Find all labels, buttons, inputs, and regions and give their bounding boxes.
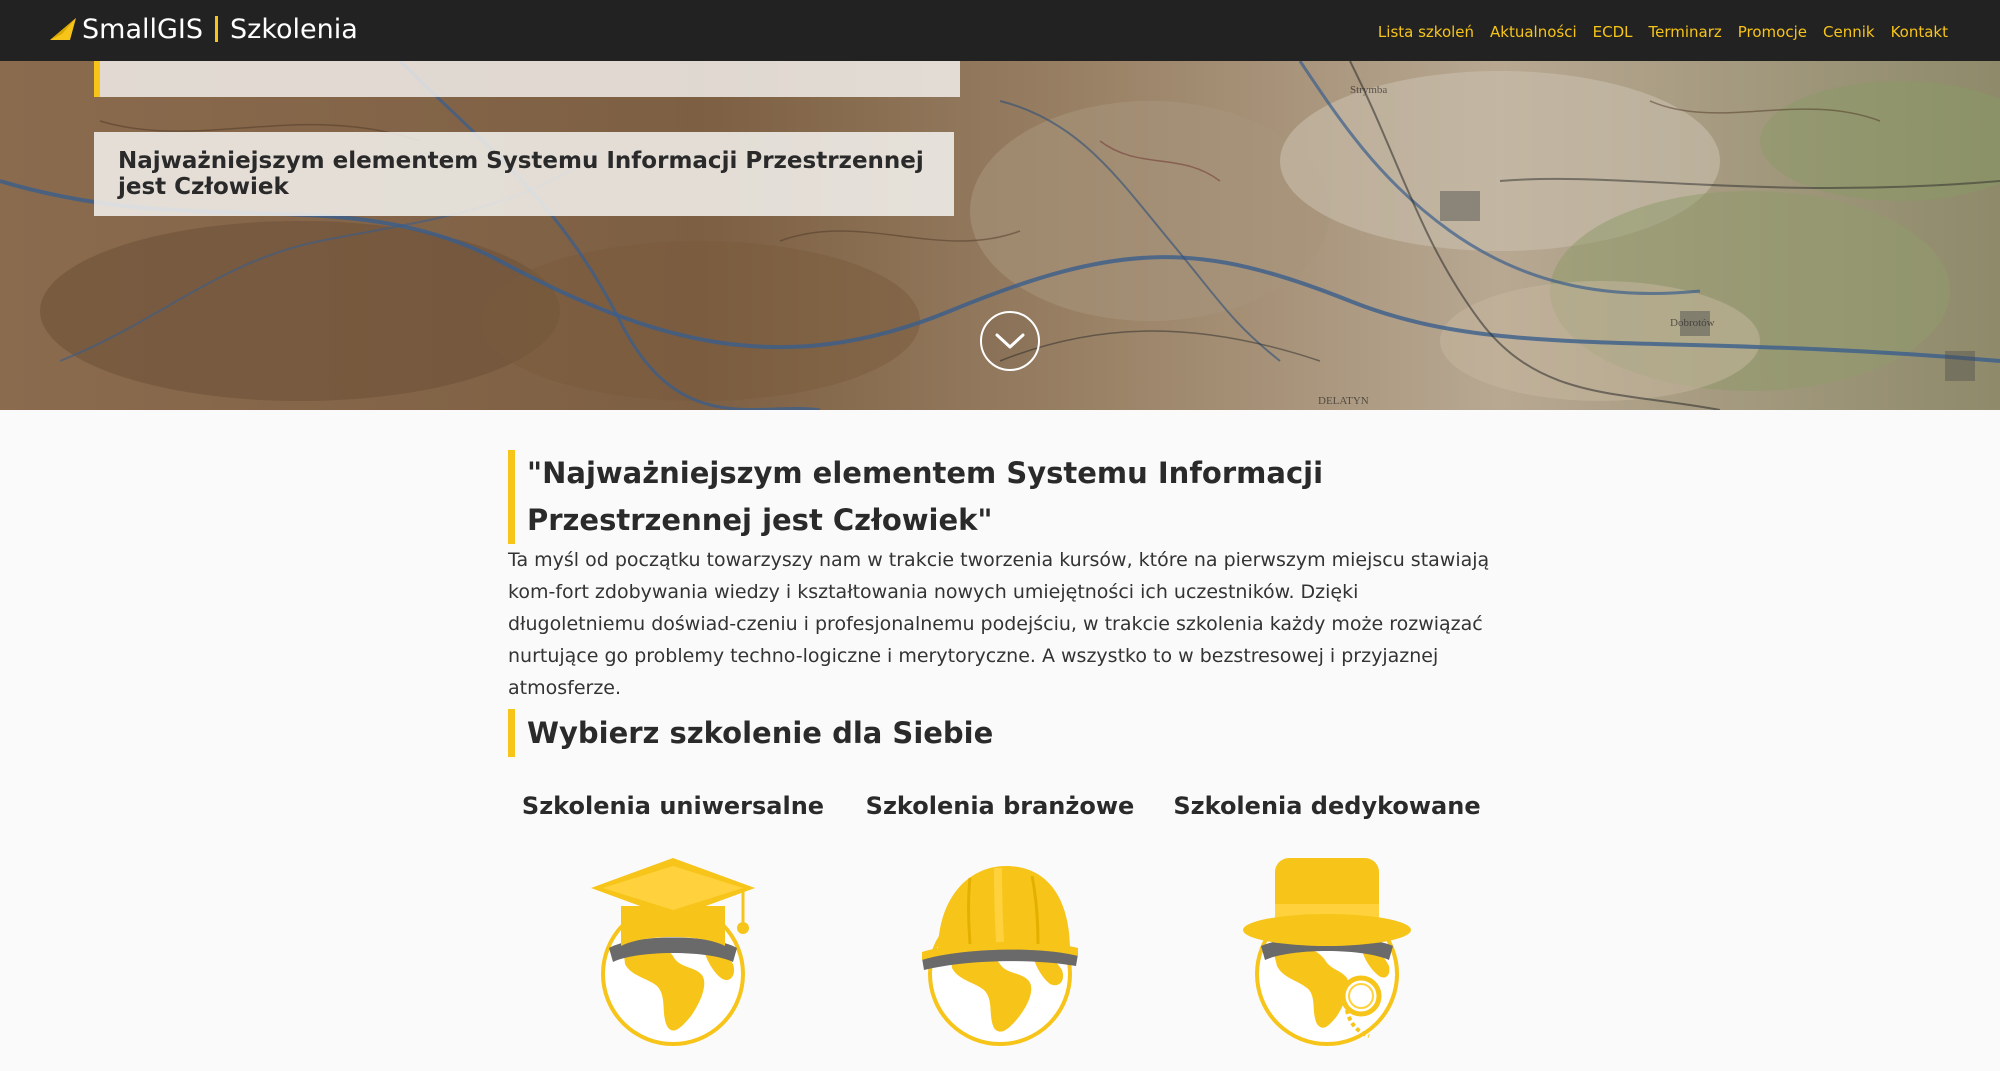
top-navbar: SmallGIS Szkolenia Lista szkoleń Aktualn… <box>0 0 2000 61</box>
map-label-strymba: Strymba <box>1350 84 1387 96</box>
brand-logo-link[interactable]: SmallGIS Szkolenia <box>48 11 358 47</box>
hard-hat-globe-icon <box>922 866 1078 1046</box>
hero-card-upper <box>94 61 960 97</box>
nav-link-terminarz[interactable]: Terminarz <box>1649 23 1722 41</box>
card-szkolenia-uniwersalne[interactable]: Szkolenia uniwersalne <box>508 786 838 1071</box>
card-title-uniwersalne: Szkolenia uniwersalne <box>521 792 825 820</box>
graduation-cap-globe-icon <box>591 858 755 1046</box>
intro-paragraph: Ta myśl od początku towarzyszy nam w tra… <box>508 549 1490 699</box>
map-label-dobrotow: Dobrotów <box>1670 317 1715 329</box>
quote-heading: "Najważniejszym elementem Systemu Inform… <box>508 450 1492 544</box>
map-label-delatyn: DELATYN <box>1318 395 1369 407</box>
hero-quote-text: Najważniejszym elementem Systemu Informa… <box>118 148 924 200</box>
training-categories: Szkolenia uniwersalne Szkolenia branżowe <box>508 786 1492 1071</box>
card-szkolenia-dedykowane[interactable]: Szkolenia dedykowane <box>1162 786 1492 1071</box>
main-nav: Lista szkoleń Aktualności ECDL Terminarz… <box>1378 23 1948 41</box>
intro-section: "Najważniejszym elementem Systemu Inform… <box>508 450 1492 704</box>
hero-banner: Strymba Dobrotów DELATYN Najważniejszym … <box>0 61 2000 410</box>
nav-link-promocje[interactable]: Promocje <box>1738 23 1807 41</box>
bowler-hat-monocle-globe-icon <box>1243 858 1411 1046</box>
hero-quote-card: Najważniejszym elementem Systemu Informa… <box>94 132 954 216</box>
brand-separator <box>215 16 219 42</box>
choose-training-heading: Wybierz szkolenie dla Siebie <box>508 709 993 757</box>
brand-name: SmallGIS <box>82 13 204 45</box>
nav-link-aktualnosci[interactable]: Aktualności <box>1490 23 1577 41</box>
card-title-branzowe: Szkolenia branżowe <box>865 792 1135 820</box>
nav-link-lista-szkolen[interactable]: Lista szkoleń <box>1378 23 1474 41</box>
scroll-down-button[interactable] <box>980 311 1040 371</box>
smallgis-logo-icon <box>50 18 76 40</box>
nav-link-kontakt[interactable]: Kontakt <box>1891 23 1948 41</box>
brand-subtitle: Szkolenia <box>230 13 358 45</box>
nav-link-cennik[interactable]: Cennik <box>1823 23 1875 41</box>
nav-link-ecdl[interactable]: ECDL <box>1593 23 1633 41</box>
card-szkolenia-branzowe[interactable]: Szkolenia branżowe <box>835 786 1165 1071</box>
card-title-dedykowane: Szkolenia dedykowane <box>1173 792 1481 820</box>
chevron-down-icon <box>995 333 1025 349</box>
